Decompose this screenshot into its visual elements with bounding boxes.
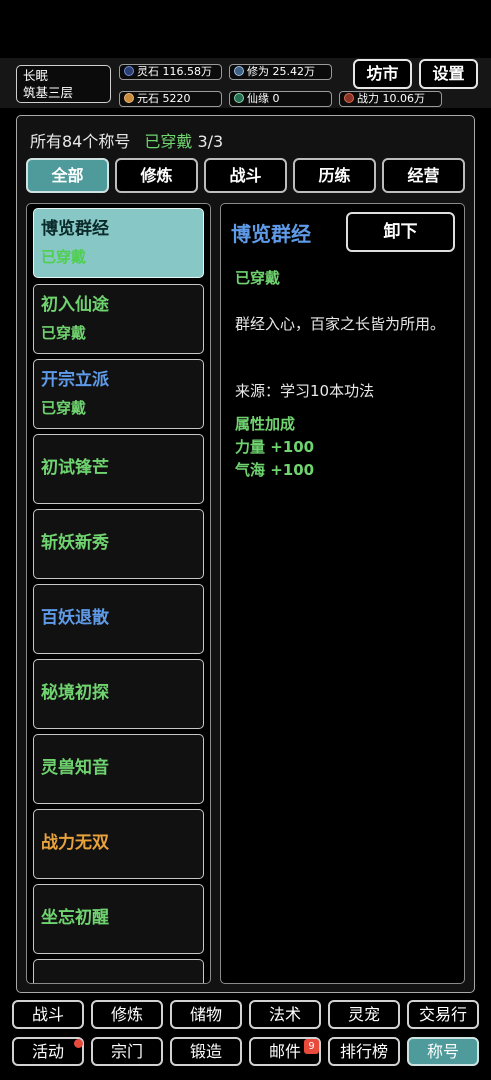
detail-status: 已穿戴: [235, 269, 281, 287]
nav-titles[interactable]: 称号: [407, 1037, 479, 1066]
stat-zhanli: 战力 10.06万: [339, 91, 442, 107]
detail-source: 来源：学习10本功法: [235, 382, 375, 400]
title-name: 百妖退散: [41, 608, 109, 628]
title-name: 初试锋芒: [41, 458, 109, 478]
nav-forge[interactable]: 锻造: [170, 1037, 242, 1066]
detail-description: 群经入心，百家之长皆为所用。: [235, 315, 446, 333]
market-button[interactable]: 坊市: [353, 59, 412, 89]
stat-xiuwei-value: 25.42万: [272, 65, 316, 78]
title-name: 坐忘初醒: [41, 908, 109, 928]
stat-lingshi: 灵石 116.58万: [119, 64, 222, 80]
title-name: 战力无双: [41, 833, 109, 853]
immortal-fate-icon: [234, 93, 244, 103]
activity-notification-dot: [74, 1039, 83, 1048]
stat-yuanshi-value: 5220: [162, 92, 191, 105]
equipped-label: 已穿戴: [144, 132, 193, 151]
nav-cultivation[interactable]: 修炼: [91, 1000, 163, 1029]
nav-sect[interactable]: 宗门: [91, 1037, 163, 1066]
equipped-count: 3/3: [197, 132, 224, 151]
nav-storage[interactable]: 储物: [170, 1000, 242, 1029]
attribute-header: 属性加成: [235, 415, 296, 433]
total-titles-count: 所有84个称号: [30, 132, 131, 151]
stat-zhanli-value: 10.06万: [382, 92, 426, 105]
title-item-9[interactable]: 坐忘初醒: [33, 884, 204, 954]
spirit-stone-icon: [124, 66, 134, 76]
settings-button[interactable]: 设置: [419, 59, 478, 89]
mail-badge: 9: [304, 1039, 319, 1054]
nav-pets[interactable]: 灵宠: [328, 1000, 400, 1029]
stat-zhanli-label: 战力: [357, 92, 379, 105]
tab-battle[interactable]: 战斗: [204, 158, 287, 193]
stat-lingshi-label: 灵石: [137, 65, 159, 78]
title-item-partial[interactable]: [33, 959, 204, 983]
detail-title: 博览群经: [231, 222, 311, 246]
title-item-7[interactable]: 灵兽知音: [33, 734, 204, 804]
combat-power-icon: [344, 93, 354, 103]
title-item-3[interactable]: 初试锋芒: [33, 434, 204, 504]
nav-battle[interactable]: 战斗: [12, 1000, 84, 1029]
title-item-1[interactable]: 初入仙途 已穿戴: [33, 284, 204, 354]
player-name: 长眠: [23, 68, 49, 83]
player-realm: 筑基三层: [23, 85, 74, 100]
tab-management[interactable]: 经营: [382, 158, 465, 193]
title-name: 博览群经: [41, 219, 109, 239]
title-status: 已穿戴: [41, 248, 87, 266]
title-item-5[interactable]: 百妖退散: [33, 584, 204, 654]
title-name: 秘境初探: [41, 683, 109, 703]
stat-xianyuan-label: 仙缘: [247, 92, 269, 105]
nav-ranking[interactable]: 排行榜: [328, 1037, 400, 1066]
unequip-button[interactable]: 卸下: [346, 212, 455, 252]
title-item-6[interactable]: 秘境初探: [33, 659, 204, 729]
yuan-stone-icon: [124, 93, 134, 103]
stat-lingshi-value: 116.58万: [162, 65, 213, 78]
tab-all[interactable]: 全部: [26, 158, 109, 193]
title-item-2[interactable]: 开宗立派 已穿戴: [33, 359, 204, 429]
title-name: 开宗立派: [41, 370, 109, 390]
title-item-0[interactable]: 博览群经 已穿戴: [33, 208, 204, 278]
stat-xiuwei: 修为 25.42万: [229, 64, 332, 80]
stat-xiuwei-label: 修为: [247, 65, 269, 78]
title-name: 斩妖新秀: [41, 533, 109, 553]
player-profile[interactable]: 长眠 筑基三层: [16, 65, 111, 103]
stat-xianyuan: 仙缘 0: [229, 91, 332, 107]
nav-trade[interactable]: 交易行: [407, 1000, 479, 1029]
stat-xianyuan-value: 0: [272, 92, 280, 105]
stat-yuanshi: 元石 5220: [119, 91, 222, 107]
attribute-strength: 力量 +100: [235, 438, 315, 456]
tab-experience[interactable]: 历练: [293, 158, 376, 193]
title-item-8[interactable]: 战力无双: [33, 809, 204, 879]
cultivation-icon: [234, 66, 244, 76]
title-status: 已穿戴: [41, 324, 87, 342]
title-name: 灵兽知音: [41, 758, 109, 778]
title-item-4[interactable]: 斩妖新秀: [33, 509, 204, 579]
title-name: 初入仙途: [41, 295, 109, 315]
title-status: 已穿戴: [41, 399, 87, 417]
tab-cultivation[interactable]: 修炼: [115, 158, 198, 193]
attribute-qihai: 气海 +100: [235, 461, 315, 479]
nav-spells[interactable]: 法术: [249, 1000, 321, 1029]
stat-yuanshi-label: 元石: [137, 92, 159, 105]
title-summary: 所有84个称号 已穿戴 3/3: [30, 128, 223, 152]
